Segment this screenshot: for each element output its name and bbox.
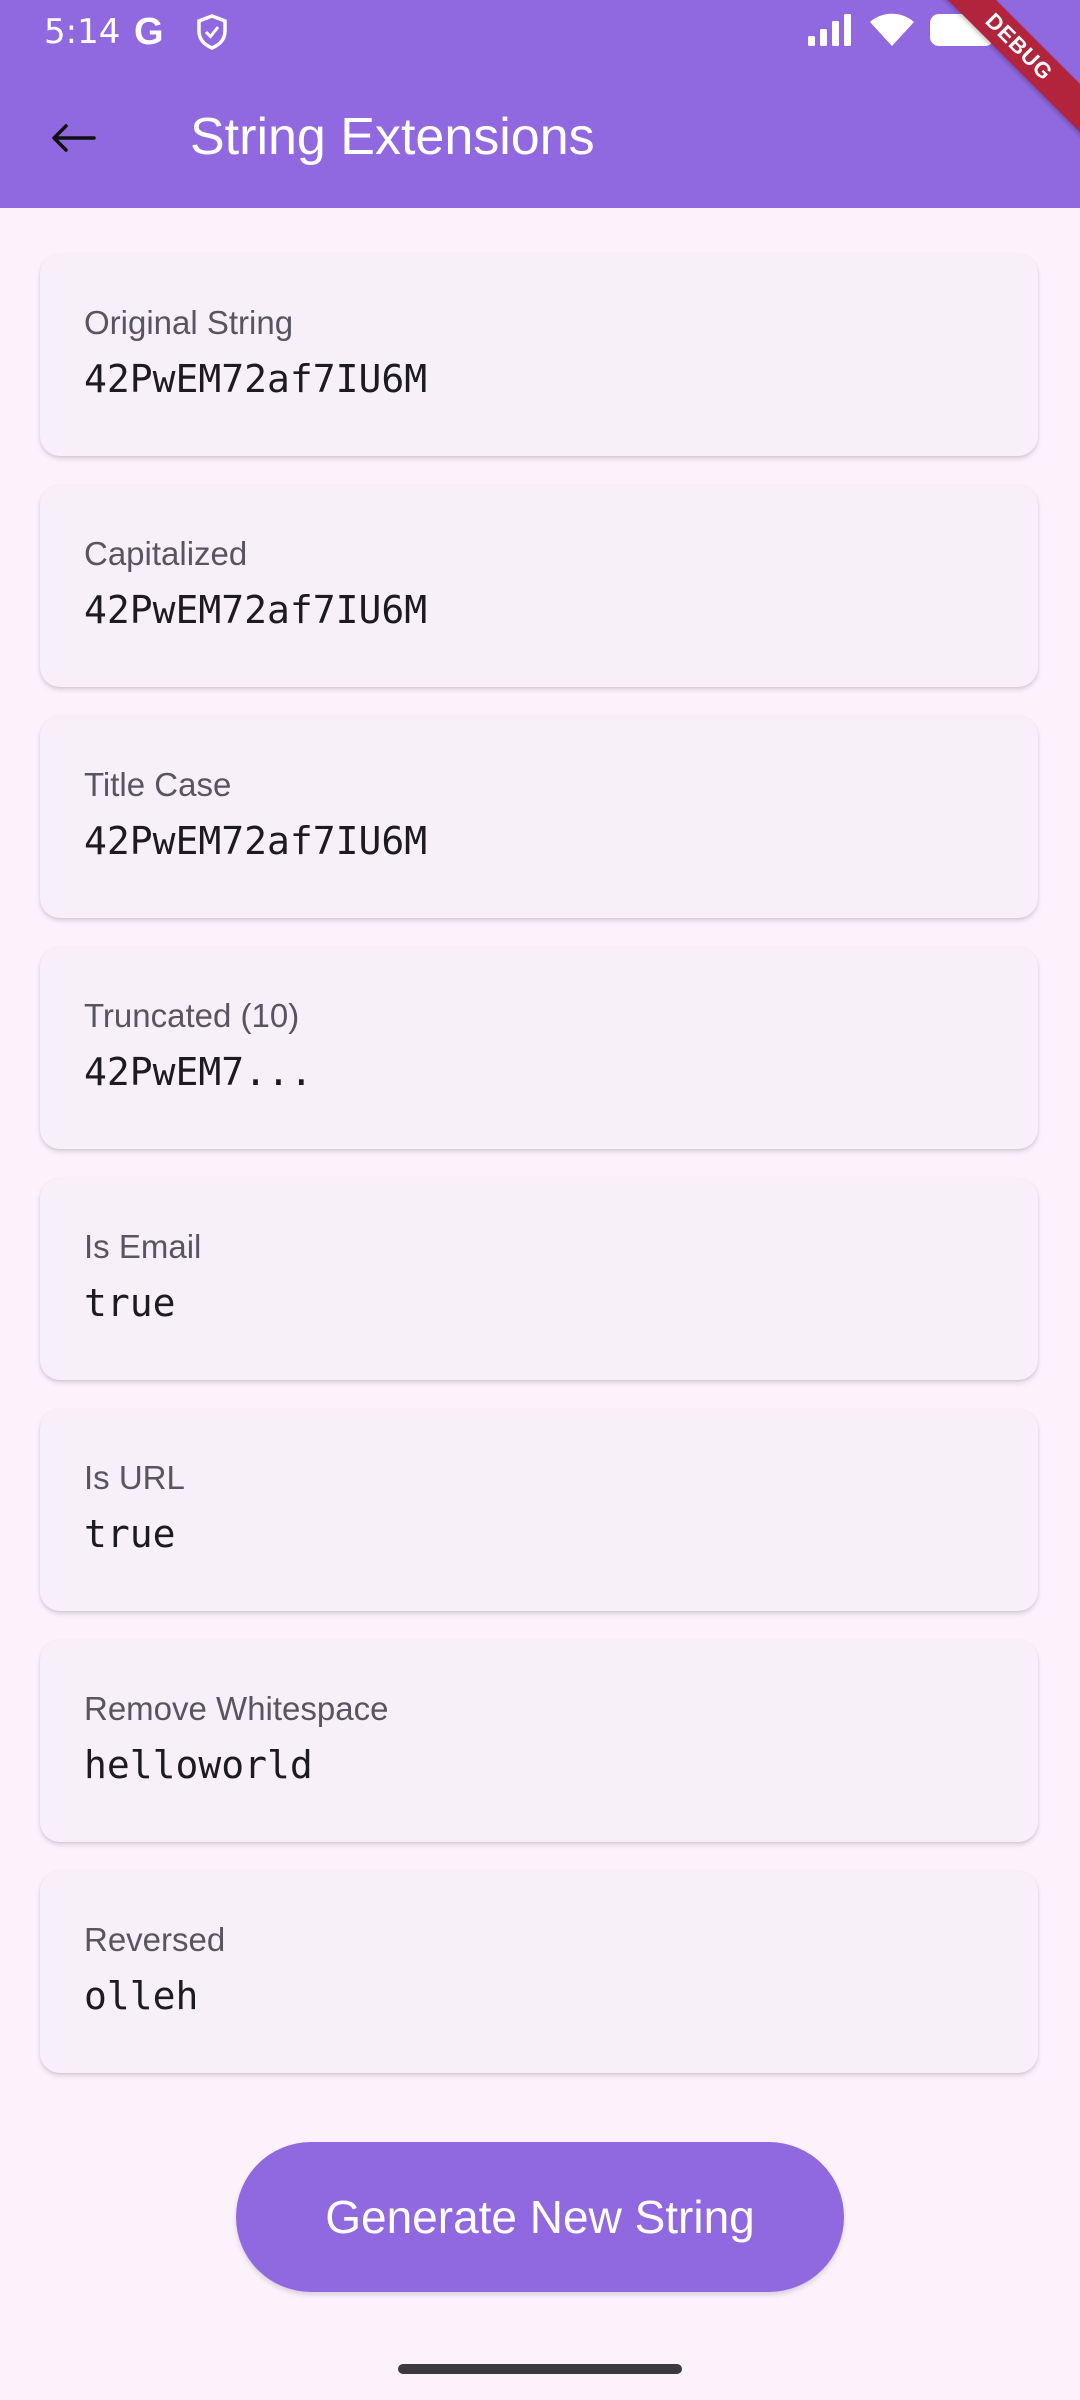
- status-bar: 5:14 G: [0, 0, 1080, 64]
- result-card-reversed: Reversed olleh: [40, 1871, 1038, 2073]
- wifi-icon: [868, 10, 916, 53]
- generate-new-string-button[interactable]: Generate New String: [236, 2142, 844, 2292]
- card-value: 42PwEM7...: [84, 1050, 313, 1094]
- card-label: Remove Whitespace: [84, 1690, 389, 1727]
- card-value: olleh: [84, 1974, 199, 2018]
- google-g-icon: G: [134, 11, 164, 53]
- card-label: Title Case: [84, 766, 232, 803]
- card-value: 42PwEM72af7IU6M: [84, 588, 428, 632]
- result-card-is-url: Is URL true: [40, 1409, 1038, 1611]
- card-value: true: [84, 1281, 176, 1325]
- back-button[interactable]: [38, 108, 108, 168]
- card-value: helloworld: [84, 1743, 313, 1787]
- status-time: 5:14: [44, 12, 121, 52]
- card-value: true: [84, 1512, 176, 1556]
- card-value: 42PwEM72af7IU6M: [84, 357, 428, 401]
- card-label: Reversed: [84, 1921, 226, 1958]
- app-bar: String Extensions: [0, 64, 1080, 208]
- result-card-capitalized: Capitalized 42PwEM72af7IU6M: [40, 485, 1038, 687]
- result-card-truncated: Truncated (10) 42PwEM7...: [40, 947, 1038, 1149]
- back-arrow-icon: [52, 124, 96, 152]
- card-value: 42PwEM72af7IU6M: [84, 819, 428, 863]
- page-title: String Extensions: [190, 108, 595, 166]
- result-card-remove-whitespace: Remove Whitespace helloworld: [40, 1640, 1038, 1842]
- result-card-is-email: Is Email true: [40, 1178, 1038, 1380]
- shield-icon: [196, 14, 228, 55]
- card-label: Is URL: [84, 1459, 185, 1496]
- card-label: Is Email: [84, 1228, 202, 1265]
- home-indicator[interactable]: [398, 2364, 682, 2374]
- card-label: Capitalized: [84, 535, 248, 572]
- signal-icon: [806, 12, 854, 53]
- result-card-original-string: Original String 42PwEM72af7IU6M: [40, 254, 1038, 456]
- result-card-title-case: Title Case 42PwEM72af7IU6M: [40, 716, 1038, 918]
- card-label: Original String: [84, 304, 294, 341]
- card-label: Truncated (10): [84, 997, 300, 1034]
